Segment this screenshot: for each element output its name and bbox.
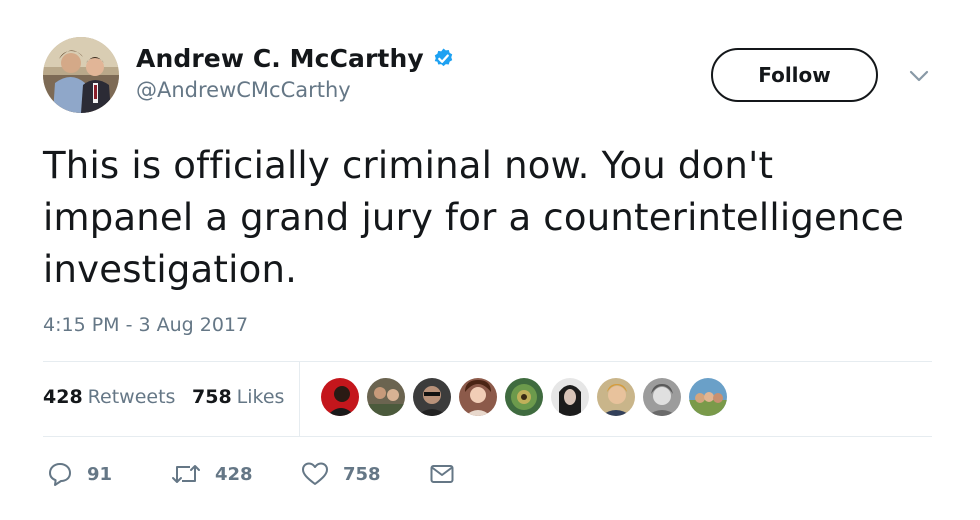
- tweet-timestamp[interactable]: 4:15 PM - 3 Aug 2017: [43, 314, 248, 336]
- tweet-stats: 428 Retweets 758 Likes: [43, 362, 932, 436]
- retweet-icon: [172, 465, 200, 483]
- stats-separator: [299, 362, 300, 436]
- likes-count: 758: [192, 386, 232, 408]
- tweet-card: Andrew C. McCarthy @AndrewCMcCarthy Foll…: [0, 0, 980, 520]
- verified-badge-icon: [434, 47, 452, 66]
- retweets-stat[interactable]: 428 Retweets: [43, 386, 175, 408]
- liker-avatar[interactable]: [643, 378, 681, 416]
- chevron-down-icon[interactable]: [907, 66, 931, 86]
- envelope-icon: [430, 465, 454, 483]
- avatar[interactable]: [43, 37, 119, 113]
- liker-avatar[interactable]: [367, 378, 405, 416]
- reply-count: 91: [87, 463, 113, 485]
- likes-label: Likes: [236, 386, 285, 408]
- likes-stat[interactable]: 758 Likes: [192, 386, 284, 408]
- liker-avatar[interactable]: [597, 378, 635, 416]
- avatar-photo: [43, 37, 119, 113]
- divider-bottom: [43, 436, 932, 437]
- follow-button[interactable]: Follow: [711, 48, 878, 102]
- liker-avatars: [321, 378, 741, 418]
- user-handle[interactable]: @AndrewCMcCarthy: [136, 78, 455, 102]
- retweets-label: Retweets: [87, 386, 176, 408]
- liker-avatar[interactable]: [689, 378, 727, 416]
- display-name[interactable]: Andrew C. McCarthy: [136, 44, 424, 73]
- retweet-button[interactable]: 428: [171, 455, 253, 493]
- reply-button[interactable]: 91: [47, 455, 112, 493]
- like-button[interactable]: 758: [301, 455, 381, 493]
- like-count: 758: [343, 463, 381, 485]
- liker-avatar[interactable]: [459, 378, 497, 416]
- liker-avatar[interactable]: [505, 378, 543, 416]
- liker-avatar[interactable]: [321, 378, 359, 416]
- reply-icon: [49, 463, 71, 486]
- name-row: Andrew C. McCarthy: [136, 40, 455, 76]
- tweet-actions: 91 428 758: [43, 455, 543, 495]
- heart-icon: [302, 462, 328, 485]
- liker-avatar[interactable]: [413, 378, 451, 416]
- retweet-count: 428: [215, 463, 253, 485]
- direct-message-button[interactable]: [429, 455, 455, 493]
- retweets-count: 428: [43, 386, 83, 408]
- liker-avatar[interactable]: [551, 378, 589, 416]
- tweet-text: This is officially criminal now. You don…: [43, 144, 905, 291]
- user-info: Andrew C. McCarthy @AndrewCMcCarthy: [136, 40, 455, 102]
